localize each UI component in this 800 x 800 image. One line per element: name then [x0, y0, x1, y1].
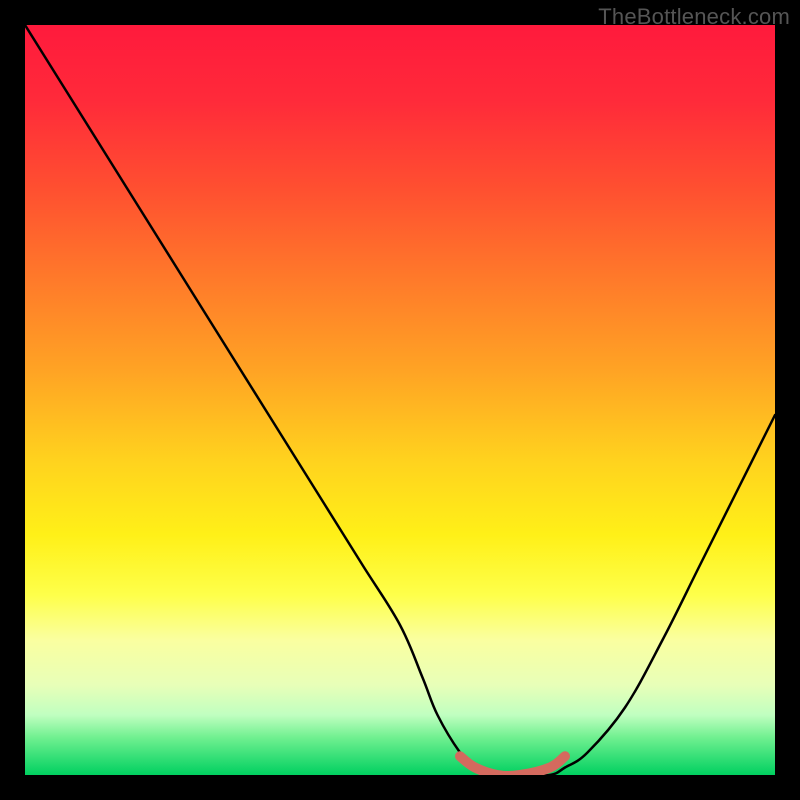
optimal-range-marker: [460, 756, 565, 775]
chart-container: TheBottleneck.com: [0, 0, 800, 800]
plot-area: [25, 25, 775, 775]
bottleneck-curve: [25, 25, 775, 775]
chart-svg: [25, 25, 775, 775]
curve-group: [25, 25, 775, 775]
